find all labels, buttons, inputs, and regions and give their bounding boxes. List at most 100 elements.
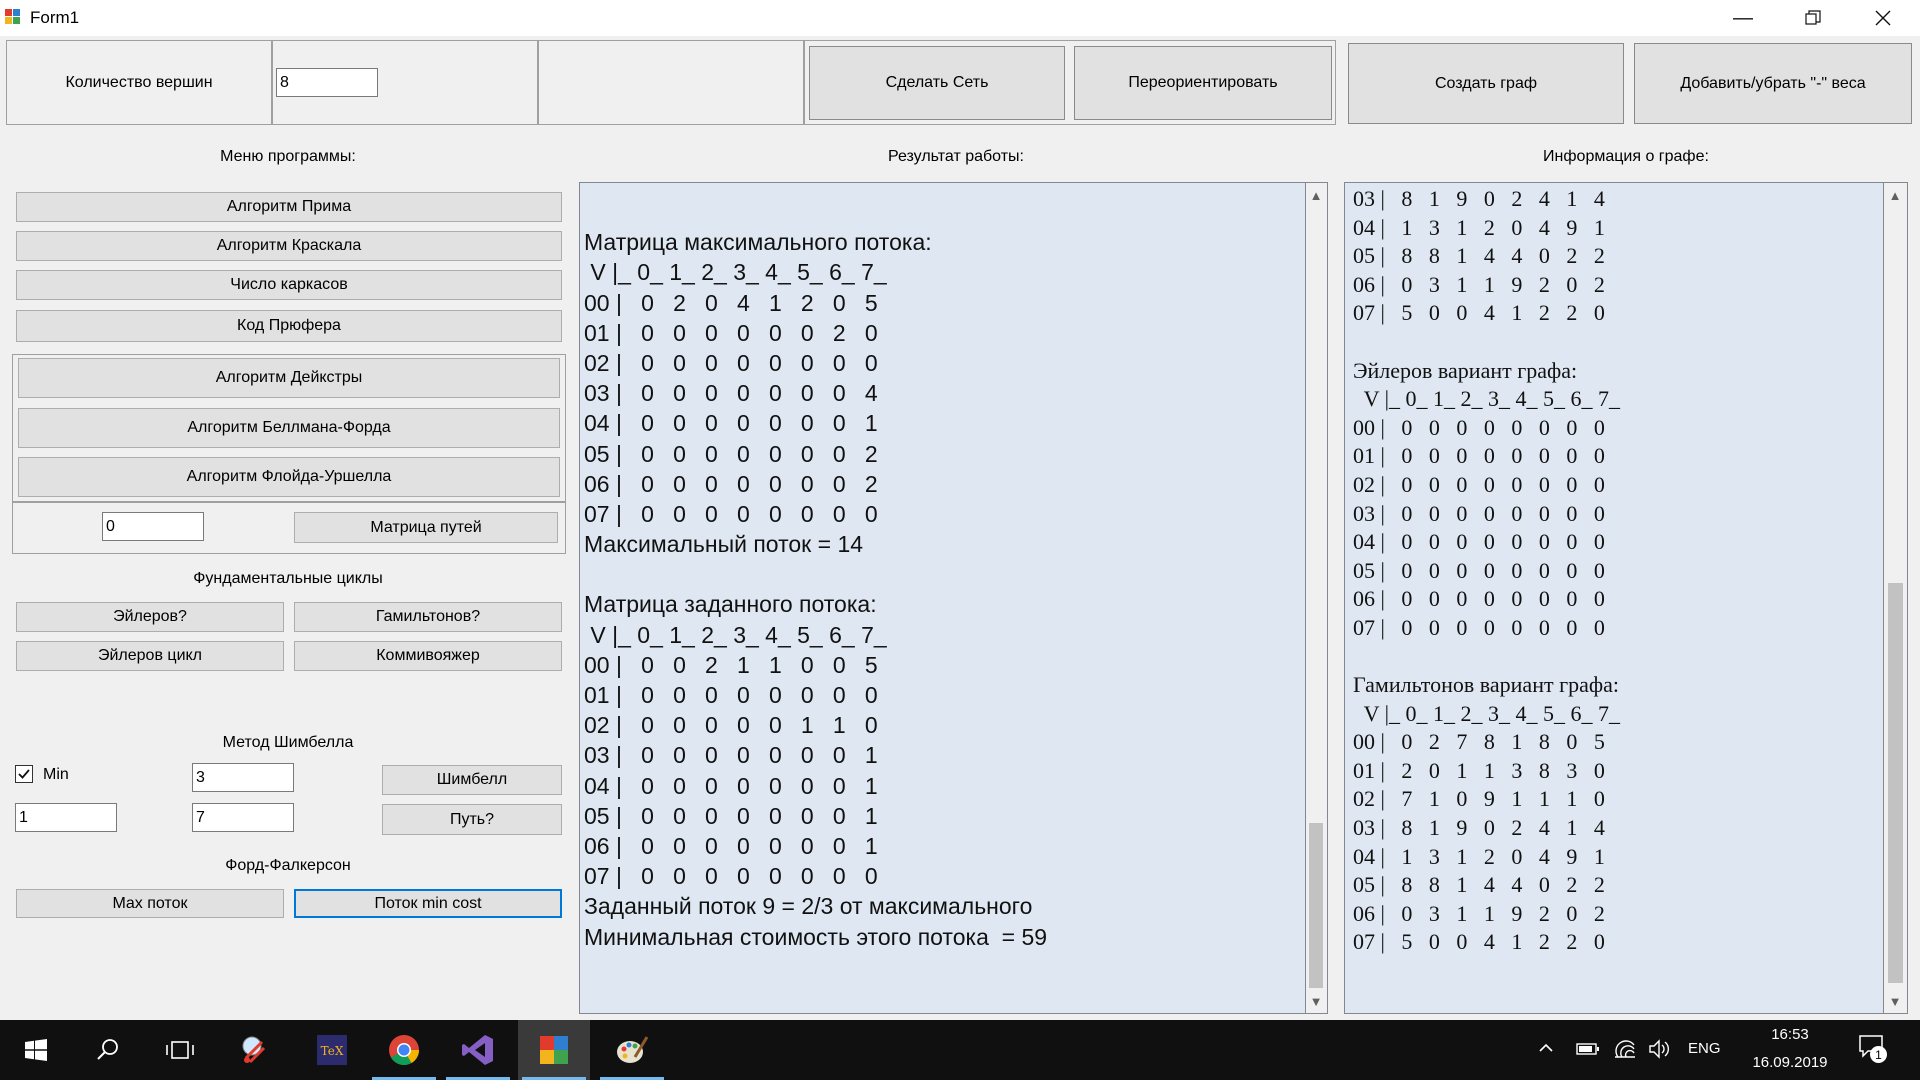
info-line: 05 | 8 8 1 4 4 0 2 2 xyxy=(1353,243,1605,269)
close-button[interactable] xyxy=(1858,0,1908,36)
result-line: 05 | 0 0 0 0 0 0 0 1 xyxy=(584,802,878,829)
menu-title: Меню программы: xyxy=(220,148,356,165)
info-scroll-thumb[interactable] xyxy=(1888,583,1903,983)
info-line: 04 | 1 3 1 2 0 4 9 1 xyxy=(1353,214,1605,240)
volume-icon xyxy=(1649,1039,1669,1059)
euler-check-button[interactable]: Эйлеров? xyxy=(16,602,284,632)
close-icon xyxy=(1875,10,1891,26)
info-line xyxy=(1353,643,1620,672)
battery-tray-button[interactable] xyxy=(1576,1041,1600,1062)
scroll-up-icon[interactable]: ▲ xyxy=(1306,185,1326,205)
wifi-tray-button[interactable] xyxy=(1614,1039,1636,1064)
info-line: V |_ 0_ 1_ 2_ 3_ 4_ 5_ 6_ 7_ xyxy=(1353,700,1620,726)
vertex-count-label: Количество вершин xyxy=(65,74,213,91)
info-line: 01 | 0 0 0 0 0 0 0 0 xyxy=(1353,443,1605,469)
start-button[interactable] xyxy=(0,1020,72,1080)
shimbell-to-input[interactable]: 7 xyxy=(192,803,294,832)
info-line: 02 | 0 0 0 0 0 0 0 0 xyxy=(1353,471,1605,497)
language-indicator[interactable]: ENG xyxy=(1688,1040,1721,1057)
shimbell-from-input[interactable]: 1 xyxy=(15,803,117,832)
min-label: Min xyxy=(43,766,69,783)
min-cost-flow-button[interactable]: Поток min cost xyxy=(294,889,562,918)
spanning-trees-button[interactable]: Число каркасов xyxy=(16,270,562,300)
info-line: 05 | 8 8 1 4 4 0 2 2 xyxy=(1353,872,1605,898)
notification-center-button[interactable]: 1 xyxy=(1858,1034,1888,1064)
visual-studio-icon xyxy=(462,1035,493,1065)
salesman-button[interactable]: Коммивояжер xyxy=(294,641,562,671)
path-query-button[interactable]: Путь? xyxy=(382,804,562,835)
toggle-weights-button[interactable]: Добавить/убрать "-" веса xyxy=(1634,43,1912,124)
volume-tray-button[interactable] xyxy=(1648,1039,1670,1064)
scroll-down-icon[interactable]: ▼ xyxy=(1885,991,1905,1011)
max-flow-button[interactable]: Max поток xyxy=(16,889,284,918)
info-line: 03 | 0 0 0 0 0 0 0 0 xyxy=(1353,500,1605,526)
dijkstra-button[interactable]: Алгоритм Дейкстры xyxy=(18,358,560,398)
visual-studio-app[interactable] xyxy=(442,1020,514,1080)
path-matrix-button[interactable]: Матрица путей xyxy=(294,512,558,543)
info-scrollbar[interactable]: ▲ ▼ xyxy=(1884,182,1908,1014)
texstudio-app[interactable]: TeX xyxy=(296,1020,368,1080)
min-checkbox[interactable] xyxy=(15,765,33,783)
title-bar xyxy=(0,0,1920,36)
result-line: 04 | 0 0 0 0 0 0 0 1 xyxy=(584,410,878,437)
info-textbox[interactable]: 03 | 8 1 9 0 2 4 1 4 04 | 1 3 1 2 0 4 9 1… xyxy=(1344,182,1884,1014)
scroll-up-icon[interactable]: ▲ xyxy=(1885,185,1905,205)
result-line xyxy=(584,559,1047,589)
vertex-count-input[interactable]: 8 xyxy=(276,68,378,97)
result-line: 00 | 0 2 0 4 1 2 0 5 xyxy=(584,289,878,316)
result-line: 02 | 0 0 0 0 0 0 0 0 xyxy=(584,349,878,376)
info-line: 06 | 0 3 1 1 9 2 0 2 xyxy=(1353,271,1605,297)
prim-button[interactable]: Алгоритм Прима xyxy=(16,192,562,222)
prufer-button[interactable]: Код Прюфера xyxy=(16,310,562,342)
result-line: 00 | 0 0 2 1 1 0 0 5 xyxy=(584,651,878,678)
task-view-button[interactable] xyxy=(144,1020,216,1080)
info-line: 04 | 0 0 0 0 0 0 0 0 xyxy=(1353,529,1605,555)
scroll-down-icon[interactable]: ▼ xyxy=(1306,991,1326,1011)
hamilton-check-button[interactable]: Гамильтонов? xyxy=(294,602,562,632)
tray-overflow-button[interactable] xyxy=(1538,1040,1554,1061)
kruskal-button[interactable]: Алгоритм Краскала xyxy=(16,231,562,261)
paint-app[interactable] xyxy=(596,1020,668,1080)
result-textbox[interactable]: Матрица максимального потока: V |_ 0_ 1_… xyxy=(579,182,1306,1014)
result-line: 07 | 0 0 0 0 0 0 0 0 xyxy=(584,500,878,527)
floyd-warshall-button[interactable]: Алгоритм Флойда-Уршелла xyxy=(18,457,560,497)
result-text: Матрица максимального потока: V |_ 0_ 1_… xyxy=(584,197,1047,952)
search-button[interactable] xyxy=(72,1020,144,1080)
result-line xyxy=(584,197,1047,227)
create-graph-button[interactable]: Создать граф xyxy=(1348,43,1624,124)
shimbell-edges-input[interactable]: 3 xyxy=(192,763,294,792)
restore-button[interactable] xyxy=(1788,0,1838,36)
make-network-button[interactable]: Сделать Сеть xyxy=(809,46,1065,120)
euler-cycle-button[interactable]: Эйлеров цикл xyxy=(16,641,284,671)
chrome-app[interactable] xyxy=(368,1020,440,1080)
ford-fulkerson-title: Форд-Фалкерсон xyxy=(225,857,351,874)
info-line: Гамильтонов вариант графа: xyxy=(1353,672,1619,698)
search-icon xyxy=(97,1039,118,1060)
info-line: 07 | 5 0 0 4 1 2 2 0 xyxy=(1353,929,1605,955)
minimize-icon: — xyxy=(1733,6,1753,29)
bellman-ford-button[interactable]: Алгоритм Беллмана-Форда xyxy=(18,408,560,448)
reorient-button[interactable]: Переориентировать xyxy=(1074,46,1332,120)
minimize-button[interactable]: — xyxy=(1718,0,1768,36)
form1-icon xyxy=(540,1036,568,1064)
result-line: 04 | 0 0 0 0 0 0 0 1 xyxy=(584,772,878,799)
result-line: 01 | 0 0 0 0 0 0 2 0 xyxy=(584,319,878,346)
clock-time[interactable]: 16:53 xyxy=(1740,1026,1840,1043)
info-line xyxy=(1353,328,1620,357)
info-line: 04 | 1 3 1 2 0 4 9 1 xyxy=(1353,843,1605,869)
form1-app[interactable] xyxy=(518,1020,590,1080)
path-vertex-input[interactable]: 0 xyxy=(102,512,204,541)
result-line: Минимальная стоимость этого потока = 59 xyxy=(584,923,1048,950)
info-line: 07 | 0 0 0 0 0 0 0 0 xyxy=(1353,614,1605,640)
result-line: Максимальный поток = 14 xyxy=(584,531,864,558)
snipping-tool-app[interactable] xyxy=(218,1020,290,1080)
snipping-tool-icon xyxy=(242,1036,266,1064)
result-line: 03 | 0 0 0 0 0 0 0 1 xyxy=(584,742,878,769)
chevron-up-icon xyxy=(1539,1043,1553,1052)
info-text: 03 | 8 1 9 0 2 4 1 4 04 | 1 3 1 2 0 4 9 1… xyxy=(1353,185,1620,957)
result-scroll-thumb[interactable] xyxy=(1309,823,1323,988)
info-line: 00 | 0 2 7 8 1 8 0 5 xyxy=(1353,729,1605,755)
clock-date[interactable]: 16.09.2019 xyxy=(1740,1054,1840,1071)
shimbell-button[interactable]: Шимбелл xyxy=(382,765,562,795)
result-scrollbar[interactable]: ▲ ▼ xyxy=(1306,182,1328,1014)
